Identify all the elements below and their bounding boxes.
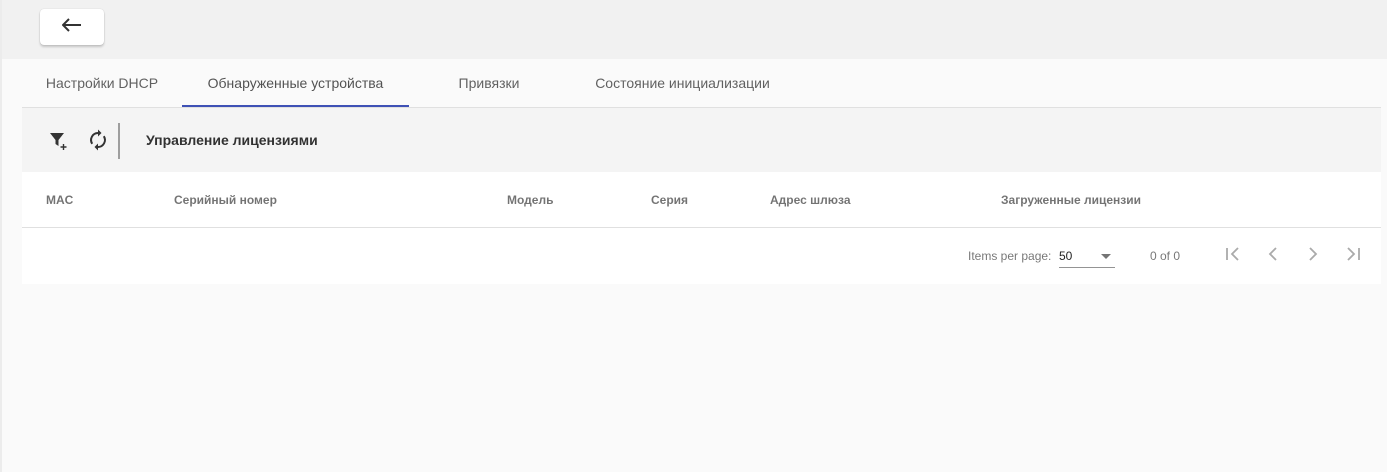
chevron-left-icon	[1264, 245, 1282, 268]
tab-init-status[interactable]: Состояние инициализации	[569, 59, 796, 107]
page-size-select[interactable]: 50	[1059, 244, 1115, 268]
page-size-value: 50	[1059, 249, 1073, 263]
column-header-mac[interactable]: MAC	[46, 193, 73, 207]
column-header-gateway[interactable]: Адрес шлюза	[770, 193, 851, 207]
items-per-page-label: Items per page:	[968, 249, 1052, 263]
chevron-right-icon	[1304, 245, 1322, 268]
column-header-model[interactable]: Модель	[507, 193, 553, 207]
license-management-title: Управление лицензиями	[146, 132, 318, 148]
column-header-licenses[interactable]: Загруженные лицензии	[1001, 193, 1141, 207]
active-tab-indicator	[182, 105, 409, 107]
back-button[interactable]	[40, 9, 104, 45]
next-page-button[interactable]	[1297, 240, 1329, 272]
page-left-border	[0, 0, 2, 472]
last-page-icon	[1344, 245, 1362, 268]
dropdown-caret-icon	[1101, 254, 1111, 259]
filter-add-icon[interactable]	[47, 128, 71, 152]
column-header-serial[interactable]: Серийный номер	[174, 193, 277, 207]
paginator: Items per page: 50 0 of 0	[22, 228, 1381, 284]
tab-bindings[interactable]: Привязки	[409, 59, 569, 107]
tab-dhcp-settings[interactable]: Настройки DHCP	[22, 59, 182, 107]
tab-bar: Настройки DHCP Обнаруженные устройства П…	[22, 59, 1381, 108]
first-page-icon	[1224, 245, 1242, 268]
last-page-button[interactable]	[1337, 240, 1369, 272]
top-bar	[2, 0, 1387, 59]
column-header-series[interactable]: Серия	[651, 193, 688, 207]
previous-page-button[interactable]	[1257, 240, 1289, 272]
table-header: MAC Серийный номер Модель Серия Адрес шл…	[22, 172, 1381, 228]
first-page-button[interactable]	[1217, 240, 1249, 272]
devices-table: MAC Серийный номер Модель Серия Адрес шл…	[22, 172, 1381, 284]
arrow-left-icon	[61, 17, 82, 37]
refresh-icon[interactable]	[86, 128, 110, 152]
table-toolbar: Управление лицензиями	[22, 108, 1381, 172]
toolbar-divider	[118, 123, 120, 159]
tab-discovered-devices[interactable]: Обнаруженные устройства	[182, 59, 409, 107]
page-range-label: 0 of 0	[1150, 249, 1181, 263]
